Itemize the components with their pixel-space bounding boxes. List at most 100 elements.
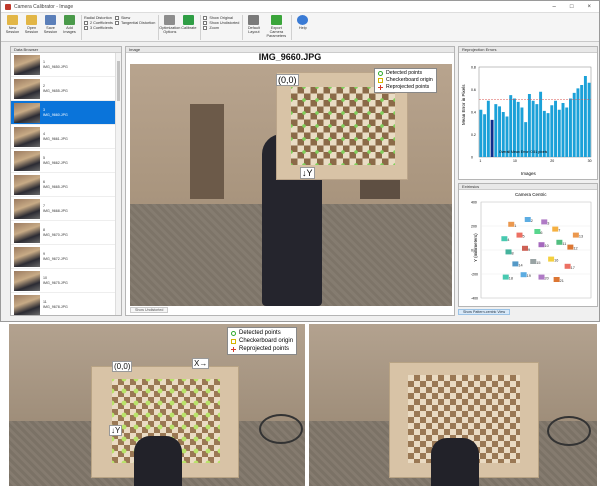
error-bar[interactable] (561, 103, 565, 157)
optimization-options-button[interactable]: Optimization Options (159, 15, 180, 40)
error-bar[interactable] (565, 107, 569, 158)
option-2-coefficients[interactable]: 2 Coefficients (84, 21, 113, 25)
reprojection-errors-panel: Reprojection Errors Mean Error in Pixels… (458, 46, 598, 180)
default-layout-button[interactable]: Default Layout (245, 15, 262, 40)
close-button[interactable]: × (587, 4, 591, 10)
pattern-centric-view-button[interactable]: Show Pattern-centric View (458, 309, 511, 315)
view-group: Show Original Show Undistorted Zoom (203, 15, 244, 40)
error-bar[interactable] (486, 100, 490, 157)
thumbnail-item[interactable]: 10 IMG_9675.JPG (11, 269, 115, 293)
error-bar[interactable] (557, 109, 561, 157)
thumbnail-item[interactable]: 3 IMG_9660.JPG (11, 101, 115, 125)
door (190, 104, 224, 199)
thumbnail-item[interactable]: 11 IMG_9678.JPG (11, 293, 115, 315)
extrinsics-title: Camera Centric (515, 192, 547, 197)
error-bar[interactable] (527, 94, 531, 157)
extrinsic-board-label: 4 (507, 238, 509, 242)
error-bar[interactable] (550, 105, 554, 157)
calibrate-icon (183, 15, 195, 25)
image-title: IMG_9660.JPG (258, 52, 322, 62)
reprojected-marker-icon (231, 346, 236, 352)
undistorted-tab[interactable]: Show Undistorted (130, 307, 169, 313)
detected-points (291, 87, 395, 165)
extrinsics-panel: Extrinsics Camera Centric Y (millimeters… (458, 183, 598, 307)
error-bar[interactable] (587, 82, 591, 157)
error-bar[interactable] (490, 119, 494, 157)
error-bar[interactable] (494, 104, 498, 157)
checkbox-icon (114, 21, 119, 25)
thumbnail-item[interactable]: 6 IMG_9665.JPG (11, 173, 115, 197)
person (134, 436, 182, 486)
open-session-button[interactable]: Open Session (23, 15, 40, 40)
thumbnail-item[interactable]: 5 IMG_9662.JPG (11, 149, 115, 173)
thumbnail-item[interactable]: 4 IMG_9661.JPG (11, 125, 115, 149)
checkbox-icon (114, 16, 119, 20)
thumbnail-filename: IMG_9650.JPG (43, 64, 68, 69)
error-bar[interactable] (483, 114, 487, 157)
thumbnail-image (14, 198, 40, 219)
thumbnail-item[interactable]: 1 IMG_9650.JPG (11, 53, 115, 77)
reprojection-error-chart[interactable]: Mean Error in Pixels Images 0 0.2 0.4 0.6 0.… (459, 53, 597, 179)
show-undistorted-button[interactable]: Show Undistorted (203, 21, 239, 25)
data-browser-panel: Data Browser 1 IMG_9650.JPG 2 IMG_9655.JPG 3… (10, 46, 122, 316)
zoom-button[interactable]: Zoom (203, 26, 239, 30)
new-session-button[interactable]: New Session (4, 15, 21, 40)
toolstrip: New Session Open Session Save Session Ad… (1, 13, 599, 42)
extrinsic-board-label: 17 (571, 266, 575, 270)
extrinsic-board-label: 6 (540, 231, 542, 235)
extrinsic-board-label: 2 (531, 219, 533, 223)
option-tangential[interactable]: Tangential Distortion (114, 21, 155, 25)
thumbnail-scrollbar[interactable] (115, 53, 121, 315)
error-bar[interactable] (516, 101, 520, 157)
calibration-image: (0,0) ↓Y Detected points Checkerboard or… (130, 64, 452, 306)
scroll-thumb[interactable] (117, 61, 120, 101)
origin-label: (0,0) (276, 74, 299, 86)
bar-x-tick: 1 (479, 159, 481, 163)
extrinsic-board-label: 11 (562, 242, 566, 246)
thumbnail-list: 1 IMG_9650.JPG 2 IMG_9655.JPG 3 IMG_9660.JPG 4… (11, 53, 115, 315)
option-3-coefficients[interactable]: 3 Coefficients (84, 26, 113, 30)
thumbnail-image (14, 102, 40, 123)
error-bar[interactable] (569, 98, 572, 158)
error-bar[interactable] (580, 85, 584, 157)
error-bar[interactable] (583, 76, 587, 157)
extrinsic-board-label: 14 (518, 263, 522, 267)
error-bar[interactable] (572, 92, 576, 157)
error-bar[interactable] (539, 91, 543, 157)
thumbnail-image (14, 222, 40, 243)
bar-x-tick: 30 (588, 159, 592, 163)
error-bar[interactable] (479, 109, 483, 157)
save-session-button[interactable]: Save Session (42, 15, 59, 40)
add-images-button[interactable]: Add Images (61, 15, 78, 40)
show-original-button[interactable]: Show Original (203, 16, 239, 20)
thumbnail-item[interactable]: 2 IMG_9655.JPG (11, 77, 115, 101)
error-bar[interactable] (509, 95, 513, 157)
error-bar[interactable] (554, 100, 557, 157)
help-button[interactable]: Help (294, 15, 311, 40)
export-camera-parameters-button[interactable]: Export Camera Parameters (264, 15, 288, 40)
settings-icon (164, 15, 176, 25)
calibrate-button[interactable]: Calibrate (180, 15, 197, 40)
extrinsic-board-label: 19 (527, 274, 531, 278)
thumbnail-item[interactable]: 8 IMG_9670.JPG (11, 221, 115, 245)
extrinsics-y-tick: 400 (471, 201, 477, 205)
thumbnail-item[interactable]: 9 IMG_9672.JPG (11, 245, 115, 269)
extrinsics-y-tick: 200 (471, 225, 477, 229)
minimize-button[interactable]: – (553, 4, 556, 10)
extrinsics-chart[interactable]: Camera Centric Y (millimeters) -400 -200 0… (459, 190, 597, 306)
view-icon (203, 21, 208, 25)
thumbnail-item[interactable]: 7 IMG_9668.JPG (11, 197, 115, 221)
extrinsic-board-label: 8 (512, 251, 514, 255)
error-bar[interactable] (576, 88, 580, 157)
option-radial[interactable]: Radial Distortion (84, 16, 113, 20)
x-axis-label: X→ (192, 358, 210, 369)
plots-area: Reprojection Errors Mean Error in Pixels… (458, 46, 598, 316)
thumbnail-image (14, 78, 40, 99)
option-skew[interactable]: Skew (114, 16, 155, 20)
bar-x-tick: 20 (550, 159, 554, 163)
error-bar[interactable] (513, 98, 516, 158)
options-group: Radial Distortion 2 Coefficients 3 Coeff… (84, 15, 160, 40)
maximize-button[interactable]: □ (570, 4, 574, 10)
error-bar[interactable] (531, 100, 535, 157)
radio-icon (84, 26, 88, 30)
